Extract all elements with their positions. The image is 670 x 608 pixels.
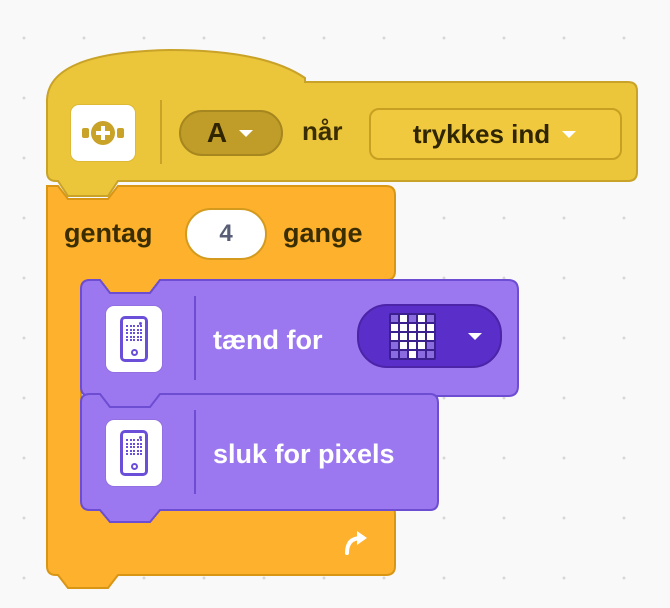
pattern-pixel xyxy=(391,314,398,322)
pattern-pixel xyxy=(391,332,398,340)
pattern-pixel xyxy=(427,332,434,340)
off-label: sluk for pixels xyxy=(213,439,395,469)
pattern-pixel xyxy=(427,350,434,358)
repeat-count-input[interactable]: 4 xyxy=(185,208,267,260)
pattern-pixel xyxy=(400,341,407,349)
light-icon-tile xyxy=(106,306,162,372)
pattern-pixel xyxy=(409,314,416,322)
pattern-pixel xyxy=(409,350,416,358)
block-shapes xyxy=(45,48,638,589)
pattern-pixel xyxy=(409,332,416,340)
port-dropdown-value: A xyxy=(206,117,228,148)
pattern-pixel xyxy=(400,350,407,358)
pattern-pixel xyxy=(418,314,425,322)
hub-display-icon xyxy=(120,316,148,362)
port-dropdown[interactable]: A xyxy=(179,110,283,156)
pattern-pixel xyxy=(418,323,425,331)
pixel-pattern-preview xyxy=(389,312,436,360)
button-press-icon xyxy=(82,121,124,145)
pattern-pixel xyxy=(418,341,425,349)
chevron-down-icon xyxy=(239,129,254,137)
off-divider xyxy=(194,410,196,494)
light-divider xyxy=(194,296,196,380)
pattern-pixel xyxy=(418,332,425,340)
pattern-pixel xyxy=(400,314,407,322)
pattern-pixel xyxy=(427,341,434,349)
pattern-pixel xyxy=(391,341,398,349)
event-type-value: trykkes ind xyxy=(412,118,551,149)
event-type-dropdown[interactable]: trykkes ind xyxy=(369,108,622,160)
hub-display-icon xyxy=(120,430,148,476)
pattern-pixel xyxy=(400,332,407,340)
code-canvas[interactable]: A når trykkes ind gentag 4 gange tænd fo… xyxy=(0,0,670,608)
pattern-pixel xyxy=(409,323,416,331)
when-label: når xyxy=(302,116,343,146)
pattern-pixel xyxy=(391,350,398,358)
matrix-dropdown[interactable] xyxy=(357,304,502,368)
pattern-pixel xyxy=(427,323,434,331)
repeat-label-suffix: gange xyxy=(283,218,363,248)
event-divider xyxy=(160,100,162,164)
pattern-pixel xyxy=(400,323,407,331)
pattern-pixel xyxy=(409,341,416,349)
event-icon-tile xyxy=(71,105,135,161)
repeat-label-prefix: gentag xyxy=(64,218,153,248)
curved-arrow-icon xyxy=(345,531,367,555)
chevron-down-icon xyxy=(562,130,577,138)
pattern-pixel xyxy=(418,350,425,358)
chevron-down-icon xyxy=(468,332,482,340)
off-icon-tile xyxy=(106,420,162,486)
pattern-pixel xyxy=(427,314,434,322)
light-label: tænd for xyxy=(213,325,323,355)
pattern-pixel xyxy=(391,323,398,331)
